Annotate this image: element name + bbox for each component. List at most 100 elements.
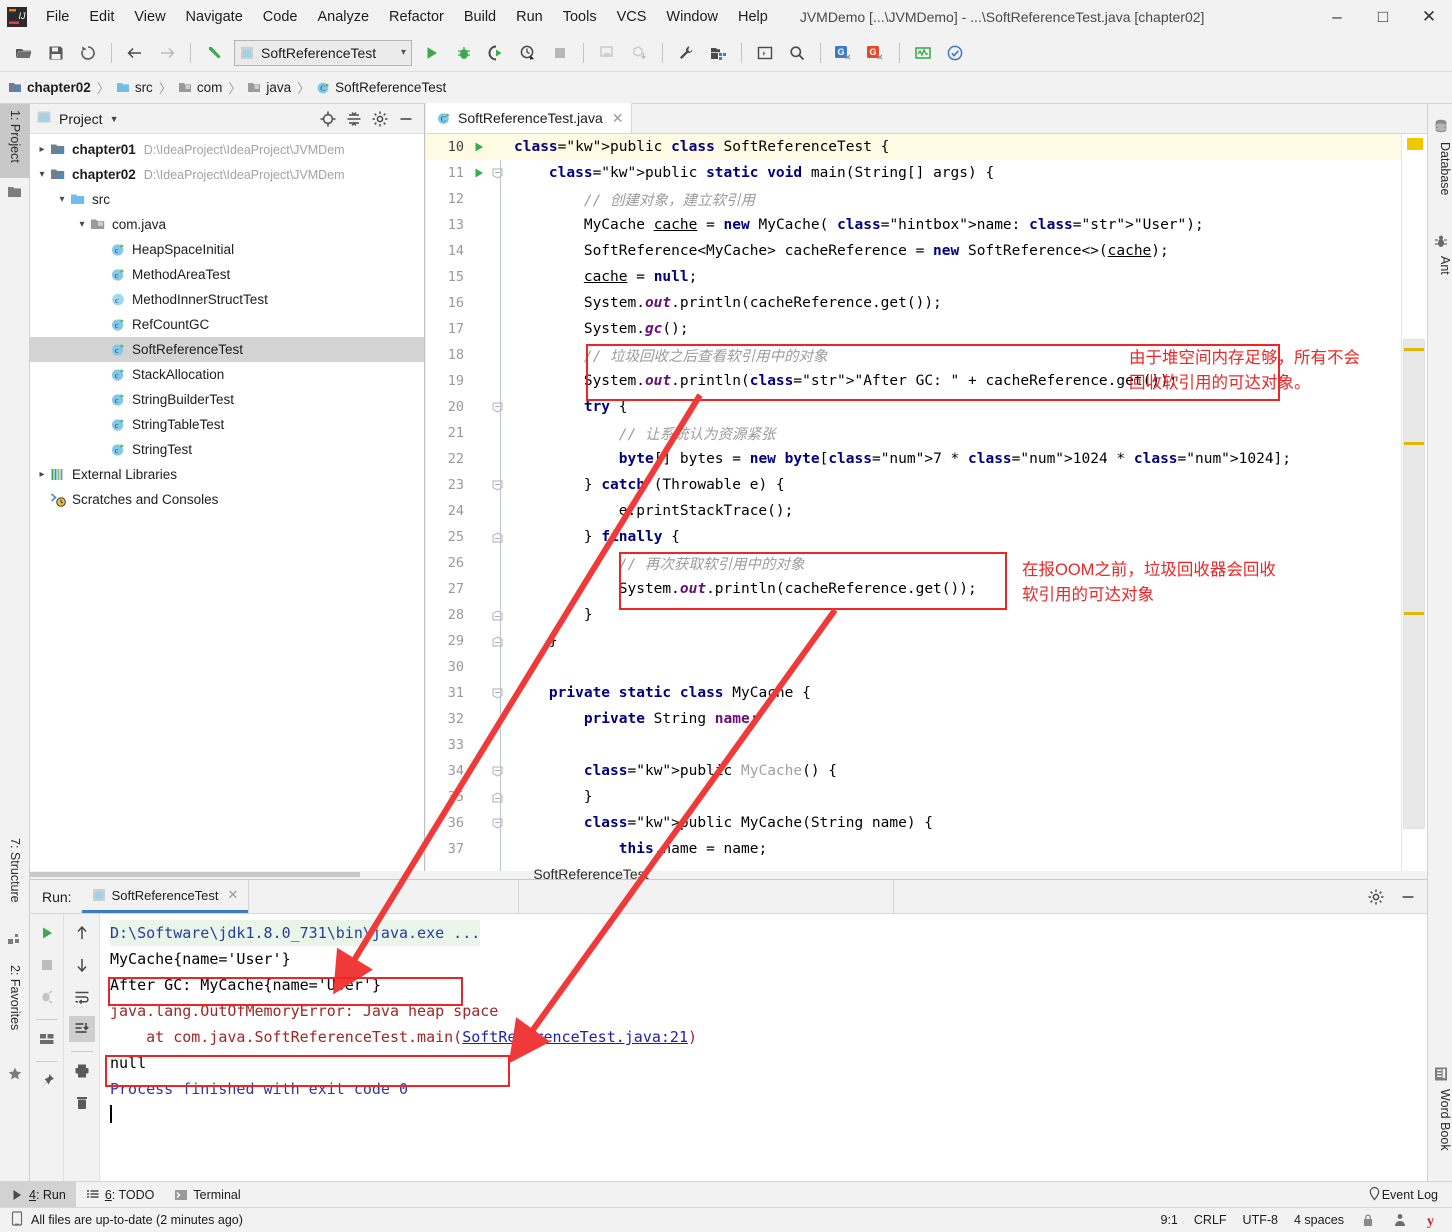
sidebar-item-wordbook[interactable]: Word Book — [1427, 1089, 1452, 1194]
sidebar-item-project[interactable]: 1: Project — [0, 104, 30, 178]
chevron-down-icon[interactable]: ▾ — [401, 47, 406, 58]
person-icon[interactable] — [1392, 1212, 1408, 1228]
collapse-all-icon[interactable] — [342, 107, 366, 131]
breadcrumb-src[interactable]: src — [116, 80, 153, 95]
menu-edit[interactable]: Edit — [79, 6, 124, 28]
search-everywhere-icon[interactable] — [783, 39, 811, 67]
open-folder-icon[interactable] — [10, 39, 38, 67]
file-encoding[interactable]: UTF-8 — [1243, 1213, 1278, 1227]
fold-marker[interactable] — [488, 168, 506, 179]
tree-item-heapspaceinitial[interactable]: c HeapSpaceInitial — [30, 237, 424, 262]
close-button[interactable]: ✕ — [1406, 0, 1452, 34]
menu-help[interactable]: Help — [728, 6, 778, 28]
close-icon[interactable]: ✕ — [612, 110, 624, 127]
run-coverage-icon[interactable] — [482, 39, 510, 67]
tree-item-com-java[interactable]: ▾ com.java — [30, 212, 424, 237]
menu-run[interactable]: Run — [506, 6, 553, 28]
chevron-down-icon[interactable]: ▾ — [74, 219, 90, 230]
fold-marker[interactable] — [488, 480, 506, 491]
trash-icon[interactable] — [69, 1090, 95, 1116]
translate-red-icon[interactable]: G — [862, 39, 890, 67]
tree-item-scratches-and-consoles[interactable]: Scratches and Consoles — [30, 487, 424, 512]
bottom-tab-todo[interactable]: 6: TODO — [76, 1182, 165, 1208]
fold-marker[interactable] — [488, 609, 506, 621]
soft-wrap-icon[interactable] — [69, 984, 95, 1010]
sidebar-item-database[interactable]: Database — [1427, 142, 1452, 224]
tree-item-stackallocation[interactable]: c StackAllocation — [30, 362, 424, 387]
chevron-down-icon[interactable]: ▾ — [34, 169, 50, 180]
run-configuration-selector[interactable]: SoftReferenceTest ▾ — [234, 39, 412, 66]
editor-scrollbar-thumb[interactable] — [1403, 339, 1425, 829]
chevron-right-icon[interactable]: ▸ — [34, 469, 50, 480]
stacktrace-link[interactable]: SoftReferenceTest.java:21 — [462, 1028, 688, 1046]
sidebar-item-ant[interactable]: Ant — [1427, 256, 1452, 298]
fold-marker[interactable] — [488, 688, 506, 699]
splitter-handle[interactable] — [30, 872, 360, 877]
yandex-icon[interactable]: y — [1424, 1212, 1440, 1229]
breadcrumb-class[interactable]: C SoftReferenceTest — [316, 80, 446, 95]
menu-window[interactable]: Window — [656, 6, 728, 28]
rerun-icon[interactable] — [34, 920, 60, 946]
fold-marker[interactable] — [488, 818, 506, 829]
translate-blue-icon[interactable]: G — [830, 39, 858, 67]
console-output[interactable]: D:\Software\jdk1.8.0_731\bin\java.exe ..… — [100, 914, 1427, 1182]
terminal-icon[interactable] — [751, 39, 779, 67]
chevron-down-icon[interactable]: ▼ — [110, 114, 119, 124]
tree-item-stringtabletest[interactable]: c StringTableTest — [30, 412, 424, 437]
monitor-icon[interactable] — [909, 39, 937, 67]
down-arrow-icon[interactable] — [69, 952, 95, 978]
line-separator[interactable]: CRLF — [1194, 1213, 1227, 1227]
gear-icon[interactable] — [1363, 884, 1389, 910]
tree-item-stringtest[interactable]: c StringTest — [30, 437, 424, 462]
back-arrow-icon[interactable] — [121, 39, 149, 67]
caret-position[interactable]: 9:1 — [1161, 1213, 1178, 1227]
fold-marker[interactable] — [488, 635, 506, 647]
layout-icon[interactable] — [34, 1026, 60, 1052]
menu-navigate[interactable]: Navigate — [176, 6, 253, 28]
tree-item-chapter02[interactable]: ▾ chapter02 D:\IdeaProject\IdeaProject\JVM… — [30, 162, 424, 187]
menu-file[interactable]: File — [36, 6, 79, 28]
lock-icon[interactable] — [1360, 1212, 1376, 1228]
chevron-down-icon[interactable]: ▾ — [54, 194, 70, 205]
tree-item-softreferencetest[interactable]: c SoftReferenceTest — [30, 337, 424, 362]
hide-icon[interactable] — [394, 107, 418, 131]
menu-tools[interactable]: Tools — [553, 6, 607, 28]
gear-icon[interactable] — [368, 107, 392, 131]
menu-build[interactable]: Build — [454, 6, 506, 28]
gutter-run-icon[interactable] — [470, 167, 488, 179]
run-icon[interactable] — [418, 39, 446, 67]
bottom-tab-terminal[interactable]: Terminal — [164, 1182, 250, 1208]
run-tab-softreferencetest[interactable]: SoftReferenceTest ✕ — [81, 880, 249, 913]
menu-analyze[interactable]: Analyze — [307, 6, 379, 28]
tree-item-stringbuildertest[interactable]: c StringBuilderTest — [30, 387, 424, 412]
tree-item-external-libraries[interactable]: ▸ External Libraries — [30, 462, 424, 487]
up-arrow-icon[interactable] — [69, 920, 95, 946]
menu-refactor[interactable]: Refactor — [379, 6, 454, 28]
sync-refresh-icon[interactable] — [74, 39, 102, 67]
print-icon[interactable] — [69, 1058, 95, 1084]
project-structure-icon[interactable] — [704, 39, 732, 67]
scroll-to-end-icon[interactable] — [68, 1016, 95, 1042]
close-icon[interactable]: ✕ — [228, 887, 239, 903]
breadcrumb-com[interactable]: com — [178, 80, 222, 95]
tree-item-chapter01[interactable]: ▸ chapter01 D:\IdeaProject\IdeaProject\JVM… — [30, 137, 424, 162]
breadcrumb-chapter02[interactable]: chapter02 — [8, 80, 91, 95]
sidebar-item-favorites[interactable]: 2: Favorites — [0, 959, 30, 1059]
event-log-button[interactable]: Event Log — [1367, 1186, 1452, 1204]
code-editor[interactable]: 10 class="kw">public class SoftReferenceT… — [426, 134, 1427, 871]
profiler-icon[interactable] — [514, 39, 542, 67]
tree-item-methodinnerstructtest[interactable]: c MethodInnerStructTest — [30, 287, 424, 312]
undo-icon[interactable] — [200, 39, 228, 67]
minimize-button[interactable]: – — [1314, 0, 1360, 34]
fold-marker[interactable] — [488, 791, 506, 803]
tree-item-refcountgc[interactable]: c RefCountGC — [30, 312, 424, 337]
debug-icon[interactable] — [450, 39, 478, 67]
check-circle-icon[interactable] — [941, 39, 969, 67]
maximize-button[interactable]: □ — [1360, 0, 1406, 34]
tree-item-methodareatest[interactable]: c MethodAreaTest — [30, 262, 424, 287]
settings-wrench-icon[interactable] — [672, 39, 700, 67]
chevron-right-icon[interactable]: ▸ — [34, 144, 50, 155]
save-all-icon[interactable] — [42, 39, 70, 67]
menu-vcs[interactable]: VCS — [607, 6, 657, 28]
bottom-tab-run[interactable]: 4: Run — [0, 1181, 76, 1208]
